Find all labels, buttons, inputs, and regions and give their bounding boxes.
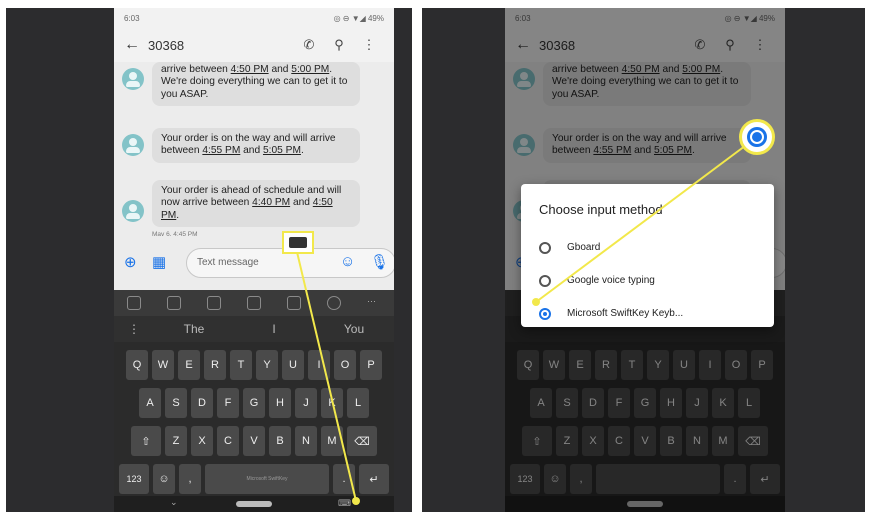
- radio-unchecked-icon[interactable]: [539, 241, 551, 254]
- back-arrow-icon[interactable]: ←: [124, 36, 148, 54]
- collapse-icon[interactable]: ⋮: [114, 322, 154, 336]
- option-label: Google voice typing: [567, 275, 655, 286]
- translate-icon[interactable]: [287, 296, 301, 310]
- callout-dot: [352, 497, 360, 505]
- key-h[interactable]: H: [269, 388, 291, 418]
- key-row-1: Q W E R T Y U I O P: [114, 350, 394, 380]
- key-x[interactable]: X: [191, 426, 213, 456]
- add-attachment-icon[interactable]: ⊕: [124, 253, 137, 271]
- left-phone-screen: 6:03 ◎ ⊖ ▼◢ 49% ← 30368 ✆ ⚲ ⋮ arrive bet…: [114, 8, 394, 512]
- avatar: [122, 200, 144, 222]
- key-row-4: 123 ☺ , Microsoft SwiftKey . ↵: [114, 464, 394, 494]
- conversation-title: 30368: [148, 37, 185, 53]
- key-i[interactable]: I: [308, 350, 330, 380]
- shift-icon[interactable]: ⇧: [131, 426, 161, 456]
- option-label: Gboard: [567, 242, 601, 253]
- key-l[interactable]: L: [347, 388, 369, 418]
- phone-icon[interactable]: ✆: [294, 37, 324, 53]
- enter-icon[interactable]: ↵: [359, 464, 389, 494]
- clipboard-icon[interactable]: [247, 296, 261, 310]
- app-bar: ← 30368 ✆ ⚲ ⋮: [114, 28, 394, 62]
- key-m[interactable]: M: [321, 426, 343, 456]
- period-key[interactable]: .: [333, 464, 355, 494]
- chevron-down-icon[interactable]: ⌄: [170, 497, 178, 508]
- key-t[interactable]: T: [230, 350, 252, 380]
- message-list: arrive between 4:50 PM and 5:00 PM. We'r…: [114, 62, 394, 238]
- key-k[interactable]: K: [321, 388, 343, 418]
- gallery-icon[interactable]: ▦: [152, 253, 166, 271]
- key-g[interactable]: G: [243, 388, 265, 418]
- message-bubble[interactable]: Your order is on the way and will arrive…: [152, 128, 360, 163]
- suggestion-item[interactable]: You: [314, 322, 394, 336]
- search-icon[interactable]: [127, 296, 141, 310]
- key-j[interactable]: J: [295, 388, 317, 418]
- suggestion-strip: ⋮ The I You: [114, 316, 394, 342]
- callout-dot: [532, 298, 540, 306]
- option-microsoft-swiftkey[interactable]: Microsoft SwiftKey Keyb...: [539, 297, 758, 330]
- key-row-2: A S D F G H J K L: [114, 388, 394, 418]
- key-y[interactable]: Y: [256, 350, 278, 380]
- key-w[interactable]: W: [152, 350, 174, 380]
- info-icon[interactable]: [327, 296, 341, 310]
- list-item: arrive between 4:50 PM and 5:00 PM. We'r…: [122, 62, 360, 107]
- radio-checked-icon[interactable]: [539, 307, 551, 320]
- more-icon[interactable]: ⋯: [367, 296, 381, 310]
- message-bubble[interactable]: Your order is ahead of schedule and will…: [152, 180, 360, 228]
- keyboard-icon: [289, 237, 307, 248]
- backspace-icon[interactable]: ⌫: [347, 426, 377, 456]
- option-gboard[interactable]: Gboard: [539, 231, 758, 264]
- list-item: Your order is ahead of schedule and will…: [122, 180, 360, 228]
- status-time: 6:03: [124, 13, 140, 23]
- key-z[interactable]: Z: [165, 426, 187, 456]
- composer: ⊕ ▦ Text message ☺ 🎙: [114, 236, 394, 290]
- comma-key[interactable]: ,: [179, 464, 201, 494]
- keyboard-switch-icon[interactable]: ⌨: [338, 498, 351, 509]
- gif-icon[interactable]: [167, 296, 181, 310]
- more-options-icon[interactable]: ⋮: [354, 37, 384, 53]
- status-battery: ◎ ⊖ ▼◢ 49%: [333, 13, 384, 23]
- dialog-title: Choose input method: [539, 202, 663, 217]
- key-o[interactable]: O: [334, 350, 356, 380]
- key-row-3: ⇧ Z X C V B N M ⌫: [114, 426, 394, 456]
- right-phone-screen: 6:03 ◎ ⊖ ▼◢ 49% ← 30368 ✆ ⚲ ⋮ arrive bet…: [505, 8, 785, 512]
- key-a[interactable]: A: [139, 388, 161, 418]
- key-e[interactable]: E: [178, 350, 200, 380]
- input-method-dialog: Choose input method Gboard Google voice …: [521, 184, 774, 327]
- suggestion-item[interactable]: I: [234, 322, 314, 336]
- key-u[interactable]: U: [282, 350, 304, 380]
- option-google-voice-typing[interactable]: Google voice typing: [539, 264, 758, 297]
- option-label: Microsoft SwiftKey Keyb...: [567, 308, 684, 319]
- key-s[interactable]: S: [165, 388, 187, 418]
- home-pill[interactable]: [236, 501, 272, 507]
- key-n[interactable]: N: [295, 426, 317, 456]
- key-r[interactable]: R: [204, 350, 226, 380]
- search-icon[interactable]: ⚲: [324, 37, 354, 53]
- emoji-icon[interactable]: ☺: [340, 253, 355, 270]
- key-d[interactable]: D: [191, 388, 213, 418]
- space-bar[interactable]: Microsoft SwiftKey: [205, 464, 329, 494]
- emoji-key-icon[interactable]: ☺: [153, 464, 175, 494]
- key-c[interactable]: C: [217, 426, 239, 456]
- zoomed-radio-checked-icon: [739, 119, 775, 155]
- keyboard-icon-callout: [282, 231, 314, 254]
- avatar: [122, 134, 144, 156]
- key-p[interactable]: P: [360, 350, 382, 380]
- avatar: [122, 68, 144, 90]
- key-f[interactable]: F: [217, 388, 239, 418]
- suggestion-item[interactable]: The: [154, 322, 234, 336]
- microphone-icon[interactable]: 🎙: [370, 253, 389, 271]
- keyboard: ⋯ ⋮ The I You Q W E R T Y U I O P A S D …: [114, 290, 394, 512]
- key-q[interactable]: Q: [126, 350, 148, 380]
- sticker-icon[interactable]: [207, 296, 221, 310]
- keyboard-toolbar: ⋯: [114, 290, 394, 316]
- tutorial-screenshot: 6:03 ◎ ⊖ ▼◢ 49% ← 30368 ✆ ⚲ ⋮ arrive bet…: [0, 0, 870, 515]
- list-item: Your order is on the way and will arrive…: [122, 128, 360, 163]
- message-bubble[interactable]: arrive between 4:50 PM and 5:00 PM. We'r…: [152, 62, 360, 107]
- numbers-key[interactable]: 123: [119, 464, 149, 494]
- status-bar: 6:03 ◎ ⊖ ▼◢ 49%: [114, 8, 394, 28]
- key-v[interactable]: V: [243, 426, 265, 456]
- radio-unchecked-icon[interactable]: [539, 274, 551, 287]
- key-b[interactable]: B: [269, 426, 291, 456]
